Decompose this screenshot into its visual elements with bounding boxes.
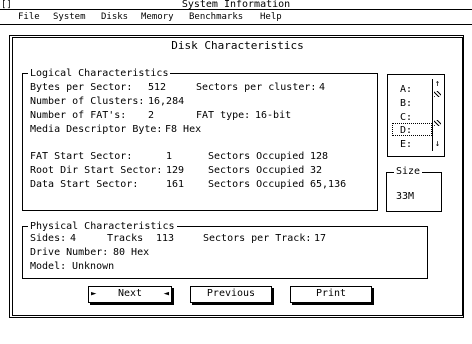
next-button-shadow (90, 303, 174, 305)
drive-list[interactable]: A: B: C: D: E: ↑ ↓ (392, 79, 441, 151)
menu-bar: File System Disks Memory Benchmarks Help (0, 11, 472, 25)
scroll-down-arrow-icon[interactable]: ↓ (433, 140, 442, 149)
fat-occupied-label: Sectors Occupied (208, 151, 305, 162)
title-bar: [] System Information (0, 0, 472, 10)
root-occupied-value: 32 (310, 165, 323, 176)
bytes-per-sector-value: 512 (148, 82, 167, 93)
previous-button-shadow-side (272, 288, 274, 305)
sides-label: Sides: (30, 233, 67, 244)
data-occupied-value: 65,136 (310, 179, 347, 190)
menu-benchmarks[interactable]: Benchmarks (189, 12, 243, 23)
data-occupied-label: Sectors Occupied (208, 179, 305, 190)
root-start-value: 129 (166, 165, 185, 176)
drive-item-c[interactable]: C: (400, 112, 412, 123)
model-label: Model: (30, 261, 67, 272)
num-clusters-label: Number of Clusters: (30, 96, 145, 107)
menu-memory[interactable]: Memory (141, 12, 174, 23)
fat-start-label: FAT Start Sector: (30, 151, 133, 162)
sectors-per-cluster-value: 4 (319, 82, 326, 93)
next-default-right-marker-icon: ◄ (163, 289, 169, 299)
dialog-title: Disk Characteristics (171, 39, 304, 52)
tracks-label: Tracks (107, 233, 144, 244)
sectors-per-track-label: Sectors per Track: (203, 233, 312, 244)
root-start-label: Root Dir Start Sector: (30, 165, 163, 176)
num-fats-value: 2 (148, 110, 155, 121)
print-button[interactable]: Print (290, 286, 372, 303)
menu-help[interactable]: Help (260, 12, 282, 23)
next-button-shadow-side (172, 288, 174, 305)
data-start-value: 161 (166, 179, 185, 190)
logical-group-label: Logical Characteristics (28, 68, 171, 79)
previous-button-shadow (192, 303, 274, 305)
model-value: Unknown (72, 261, 115, 272)
size-value: 33M (396, 191, 415, 202)
fat-start-value: 1 (166, 151, 173, 162)
fat-type-label: FAT type: (196, 110, 251, 121)
print-button-label: Print (315, 288, 347, 299)
previous-button[interactable]: Previous (190, 286, 272, 303)
sectors-per-cluster-label: Sectors per cluster: (196, 82, 317, 93)
size-label: Size (394, 166, 423, 177)
drive-number-label: Drive Number: (30, 247, 109, 258)
drive-number-value: 80 Hex (113, 247, 150, 258)
drive-item-e[interactable]: E: (400, 139, 412, 150)
physical-group-label: Physical Characteristics (28, 221, 177, 232)
fat-type-value: 16-bit (255, 110, 292, 121)
data-start-label: Data Start Sector: (30, 179, 139, 190)
sectors-per-track-value: 17 (314, 233, 327, 244)
scroll-thumb[interactable] (434, 120, 441, 126)
media-descriptor-value: F8 Hex (165, 124, 202, 135)
menu-disks[interactable]: Disks (101, 12, 128, 23)
next-button-label: Next (117, 288, 143, 299)
menu-system[interactable]: System (53, 12, 86, 23)
drive-list-scrollbar[interactable]: ↑ ↓ (432, 79, 441, 151)
scrollbar-track-top (434, 91, 441, 97)
root-occupied-label: Sectors Occupied (208, 165, 305, 176)
fat-occupied-value: 128 (310, 151, 329, 162)
drive-item-b[interactable]: B: (400, 98, 412, 109)
drive-item-a[interactable]: A: (400, 84, 412, 95)
previous-button-label: Previous (206, 288, 256, 299)
bytes-per-sector-label: Bytes per Sector: (30, 82, 133, 93)
tracks-value: 113 (156, 233, 175, 244)
sides-value: 4 (70, 233, 77, 244)
window-title: System Information (181, 0, 291, 10)
scroll-up-arrow-icon[interactable]: ↑ (433, 80, 442, 89)
print-button-shadow-side (372, 288, 374, 305)
drive-item-d[interactable]: D: (400, 125, 412, 136)
print-button-shadow (292, 303, 374, 305)
next-button[interactable]: ► Next ◄ (88, 286, 172, 303)
num-clusters-value: 16,284 (148, 96, 185, 107)
media-descriptor-label: Media Descriptor Byte: (30, 124, 163, 135)
menu-file[interactable]: File (18, 12, 40, 23)
num-fats-label: Number of FAT's: (30, 110, 127, 121)
next-default-left-marker-icon: ► (91, 289, 97, 299)
